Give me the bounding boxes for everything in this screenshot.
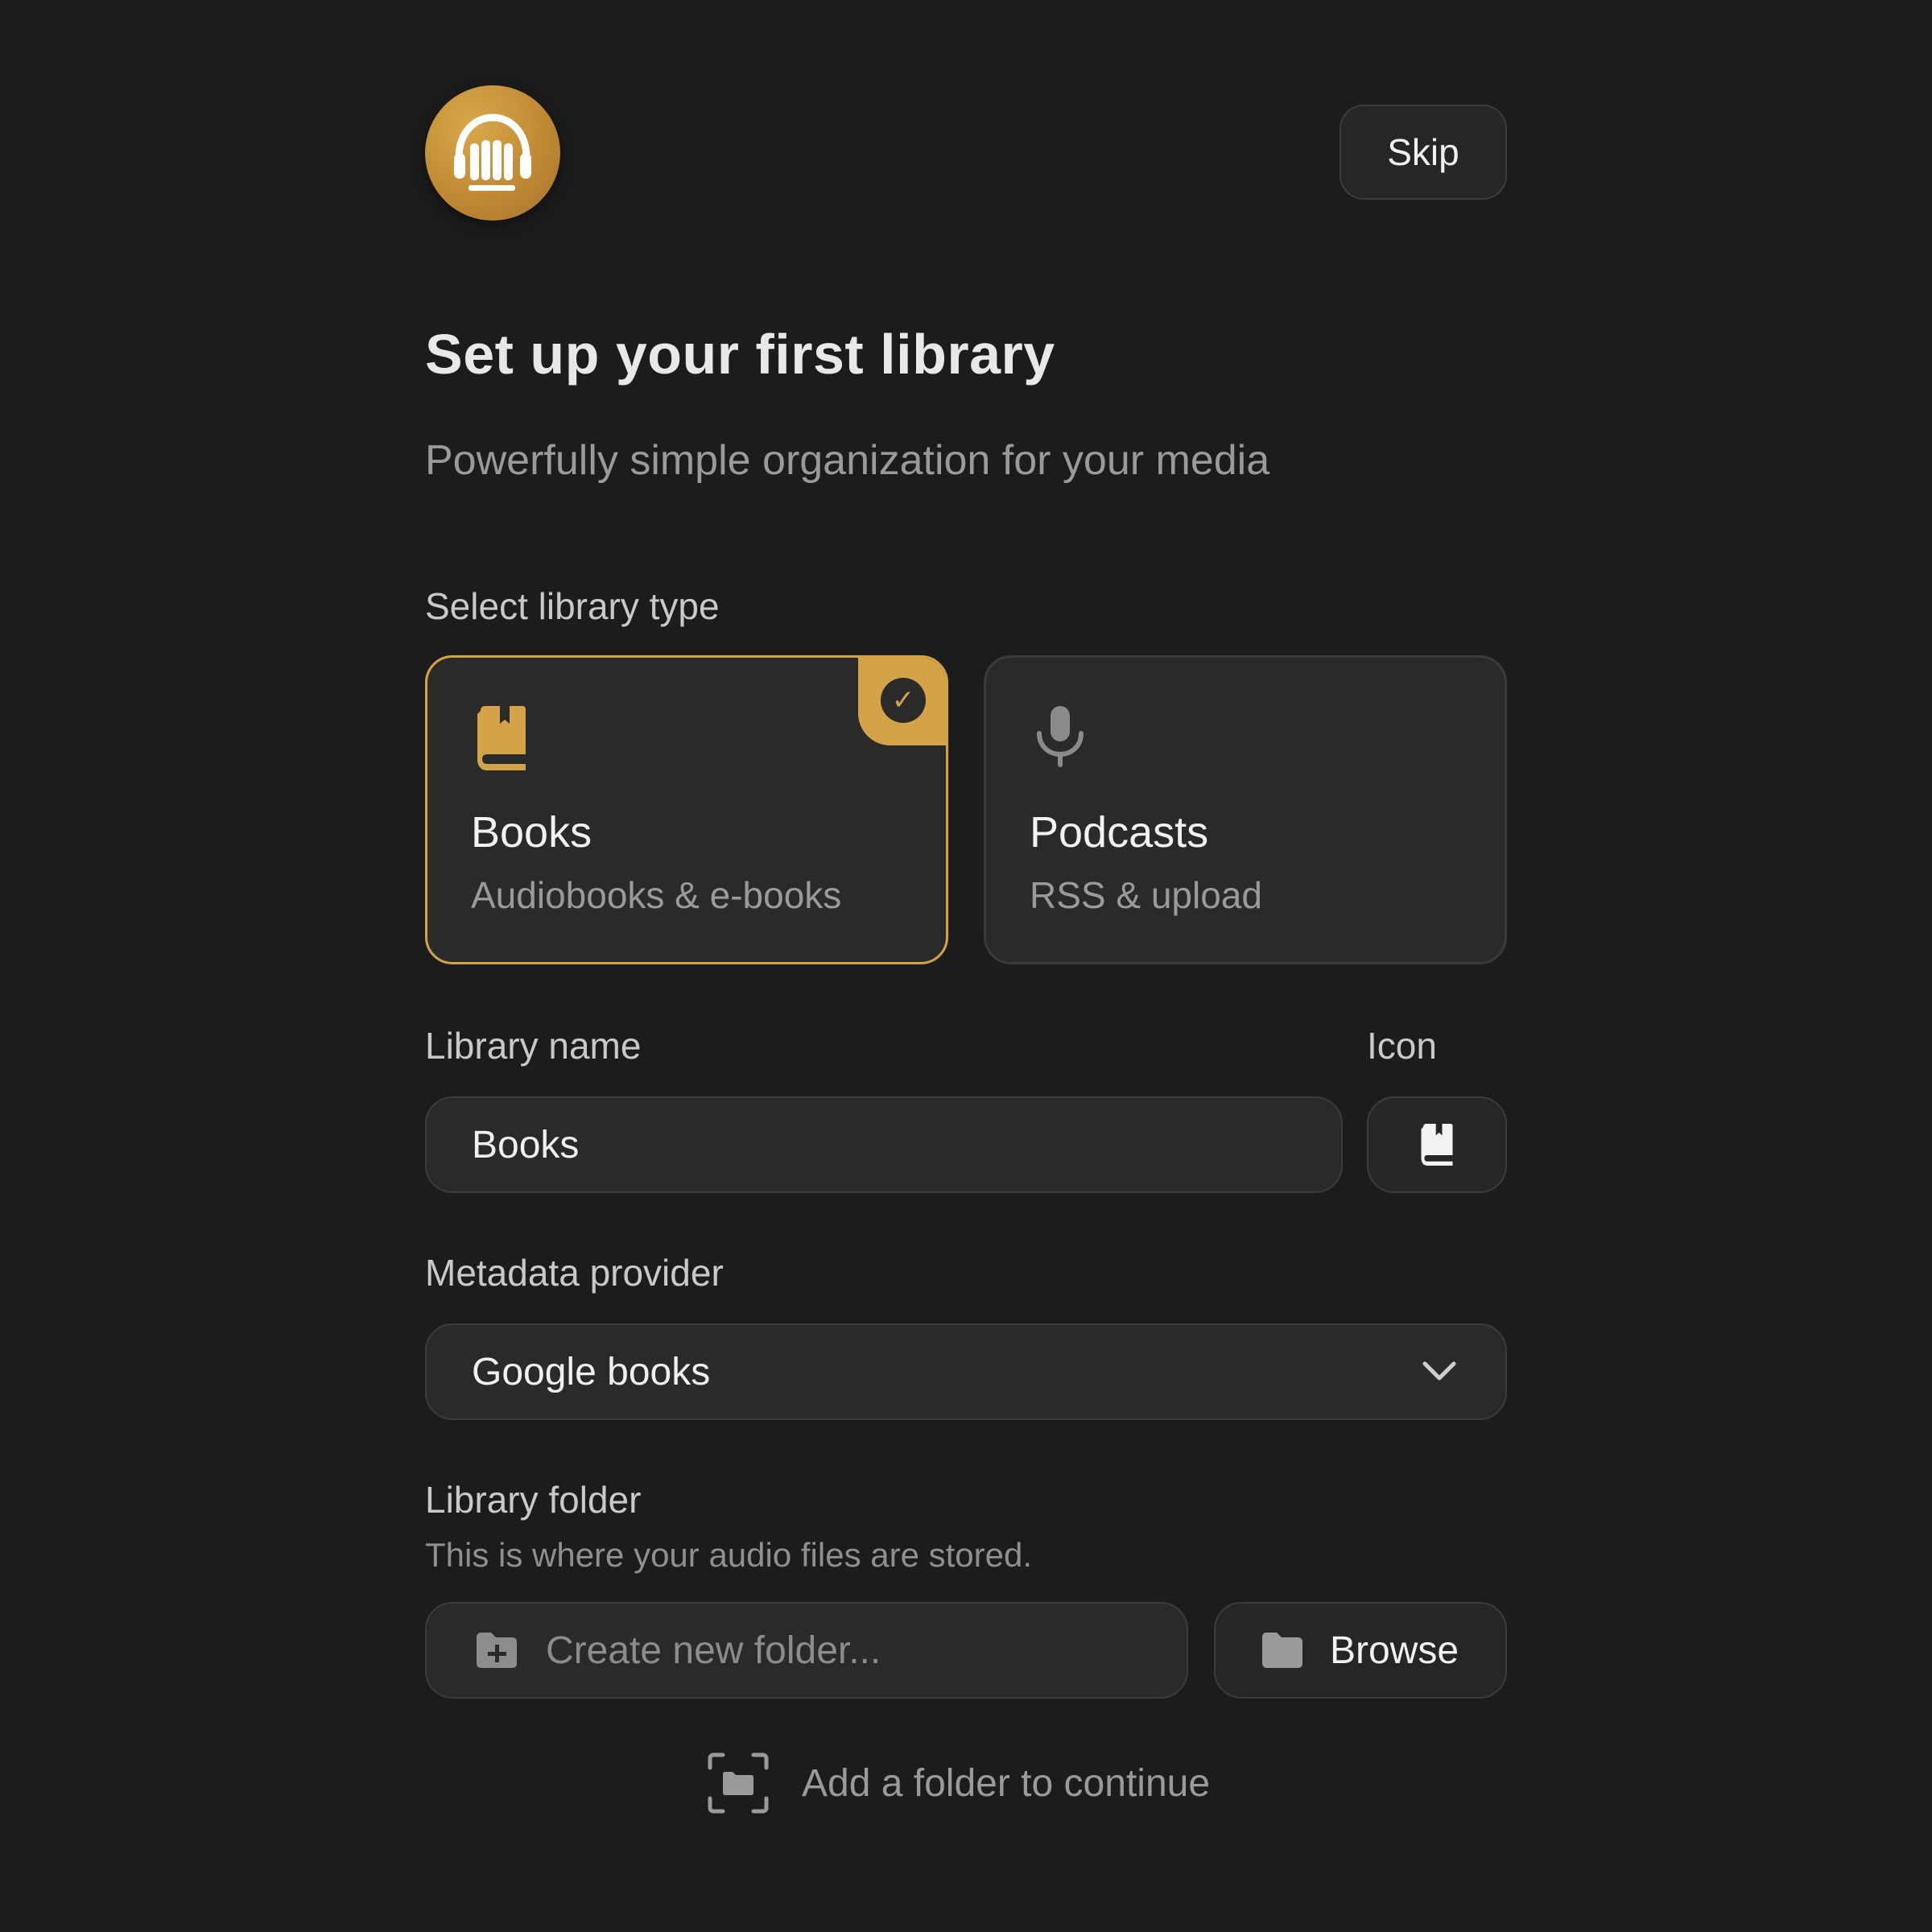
metadata-provider-select[interactable]: Google books bbox=[425, 1323, 1507, 1420]
headphones-books-icon bbox=[454, 114, 531, 191]
library-name-label: Library name bbox=[425, 1025, 642, 1067]
books-card-subtitle: Audiobooks & e-books bbox=[471, 874, 842, 916]
selected-indicator: ✓ bbox=[858, 658, 946, 745]
page-subtitle: Powerfully simple organization for your … bbox=[425, 437, 1270, 484]
folder-icon bbox=[1261, 1633, 1302, 1668]
microphone-icon bbox=[1037, 706, 1084, 767]
page-title: Set up your first library bbox=[425, 323, 1055, 386]
books-card-title: Books bbox=[471, 808, 592, 857]
new-folder-input[interactable]: Create new folder... bbox=[425, 1602, 1188, 1699]
continue-hint: Add a folder to continue bbox=[707, 1752, 1210, 1814]
chevron-down-icon bbox=[1422, 1361, 1456, 1381]
book-icon bbox=[1421, 1124, 1453, 1166]
new-folder-placeholder: Create new folder... bbox=[546, 1629, 881, 1672]
continue-hint-text: Add a folder to continue bbox=[802, 1761, 1211, 1805]
folder-plus-icon bbox=[477, 1633, 517, 1668]
folder-scan-icon bbox=[708, 1752, 769, 1814]
icon-picker-button[interactable] bbox=[1367, 1096, 1507, 1193]
check-icon: ✓ bbox=[881, 678, 926, 723]
library-name-value: Books bbox=[472, 1123, 580, 1166]
library-type-label: Select library type bbox=[425, 585, 720, 627]
library-name-input[interactable]: Books bbox=[425, 1096, 1343, 1193]
browse-label: Browse bbox=[1329, 1629, 1459, 1672]
icon-label: Icon bbox=[1367, 1025, 1437, 1067]
library-type-podcasts-card[interactable]: Podcasts RSS & upload bbox=[984, 655, 1507, 964]
podcasts-card-title: Podcasts bbox=[1030, 808, 1209, 857]
browse-button[interactable]: Browse bbox=[1214, 1602, 1507, 1699]
app-logo bbox=[425, 85, 560, 221]
podcasts-card-subtitle: RSS & upload bbox=[1030, 874, 1262, 916]
metadata-provider-label: Metadata provider bbox=[425, 1252, 724, 1294]
library-folder-label: Library folder bbox=[425, 1479, 642, 1521]
book-icon bbox=[477, 706, 526, 770]
library-folder-helper: This is where your audio files are store… bbox=[425, 1536, 1033, 1574]
onboarding-page: Skip Set up your first library Powerfull… bbox=[0, 0, 1932, 1932]
metadata-provider-value: Google books bbox=[472, 1350, 711, 1393]
library-type-books-card[interactable]: Books Audiobooks & e-books ✓ bbox=[425, 655, 948, 964]
skip-button[interactable]: Skip bbox=[1340, 105, 1507, 200]
